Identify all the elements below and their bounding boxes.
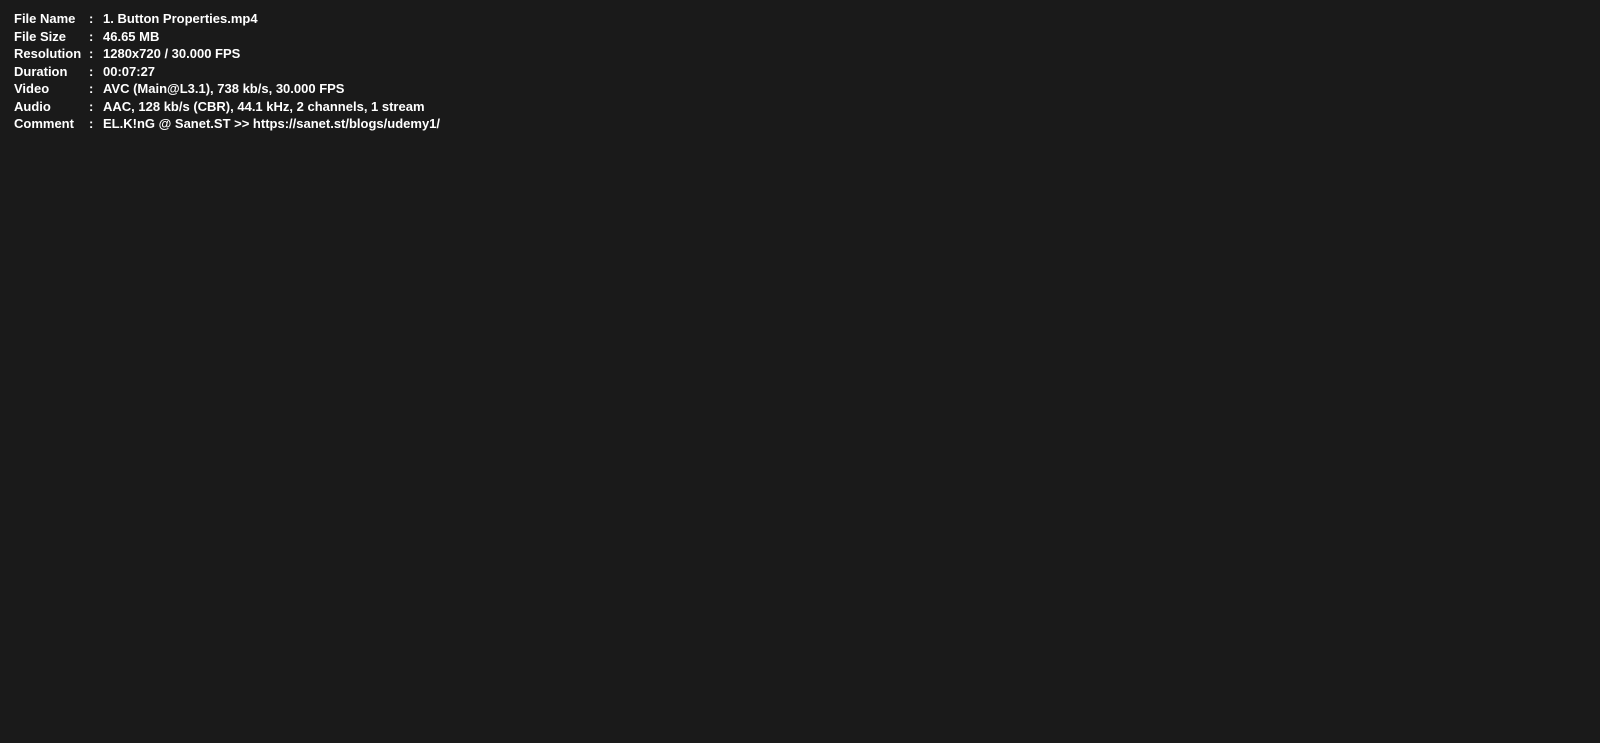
media-info: File Name:1. Button Properties.mp4 File … (0, 0, 1600, 143)
